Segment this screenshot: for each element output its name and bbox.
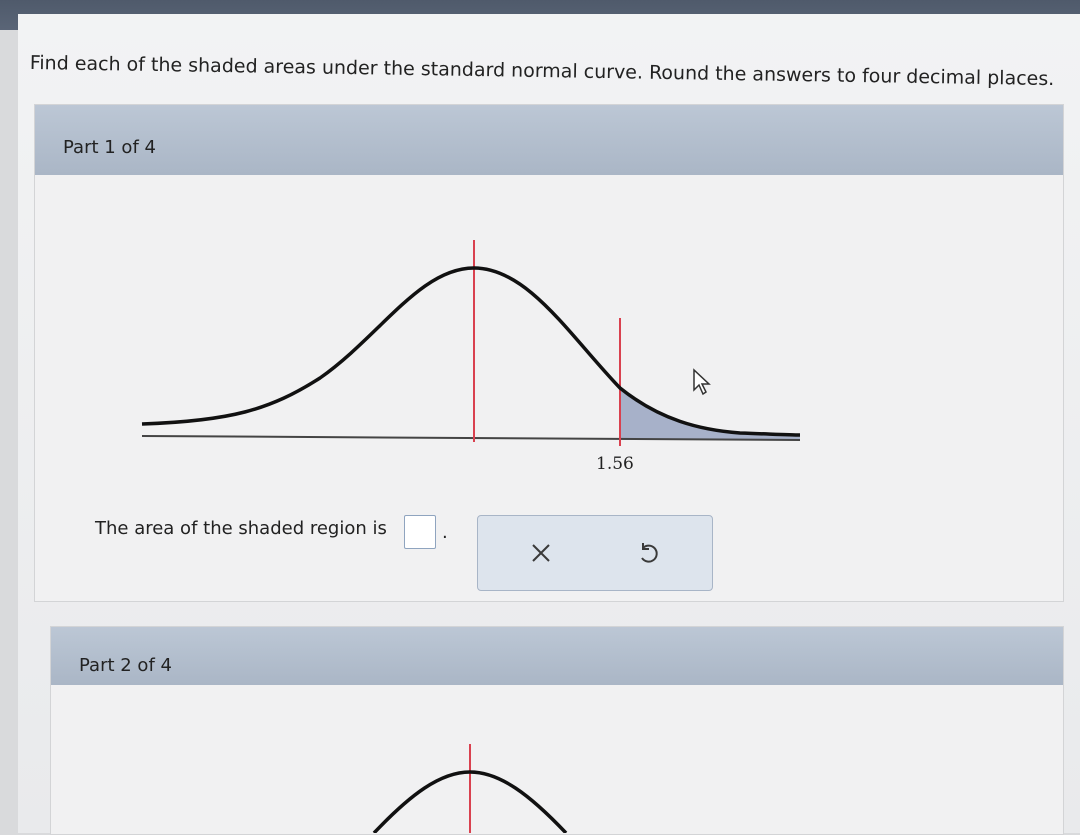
normal-curve-figure <box>141 240 801 833</box>
undo-icon[interactable] <box>634 538 664 568</box>
answer-prompt: The area of the shaded region is <box>95 518 387 539</box>
mouse-cursor-icon <box>692 368 712 400</box>
z-value-label: 1.56 <box>596 454 634 474</box>
x-icon[interactable] <box>526 538 556 568</box>
answer-tools <box>477 515 713 591</box>
normal-curve <box>141 266 801 437</box>
answer-input[interactable] <box>404 515 436 549</box>
answer-period: . <box>442 522 448 543</box>
